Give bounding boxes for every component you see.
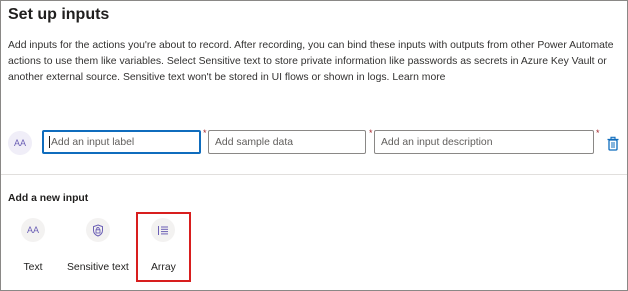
required-marker: * — [596, 128, 600, 138]
input-description-field[interactable]: Add an input description — [374, 130, 594, 154]
option-label: Sensitive text — [67, 262, 129, 273]
input-label-field[interactable]: Add an input label — [42, 130, 201, 154]
section-divider — [1, 174, 627, 175]
shield-lock-icon — [85, 218, 110, 242]
trash-icon[interactable] — [606, 136, 620, 152]
input-label-placeholder: Add an input label — [51, 136, 135, 148]
text-icon: AA — [21, 218, 45, 242]
sample-data-field[interactable]: Add sample data — [208, 130, 366, 154]
panel-title: Set up inputs — [8, 6, 110, 23]
learn-more-link[interactable]: Learn more — [392, 72, 445, 83]
panel-description: Add inputs for the actions you're about … — [8, 38, 620, 86]
add-new-input-title: Add a new input — [8, 193, 89, 204]
sample-data-placeholder: Add sample data — [215, 136, 293, 148]
description-text: Add inputs for the actions you're about … — [8, 40, 614, 83]
option-label: Text — [23, 262, 43, 273]
array-highlight-box — [136, 212, 191, 282]
add-text-option[interactable]: AA Text — [21, 218, 45, 273]
required-marker: * — [203, 128, 207, 138]
add-sensitive-text-option[interactable]: Sensitive text — [67, 218, 129, 273]
text-caret — [49, 136, 50, 148]
text-type-icon[interactable]: AA — [8, 131, 32, 155]
required-marker: * — [369, 128, 373, 138]
input-description-placeholder: Add an input description — [381, 136, 493, 148]
